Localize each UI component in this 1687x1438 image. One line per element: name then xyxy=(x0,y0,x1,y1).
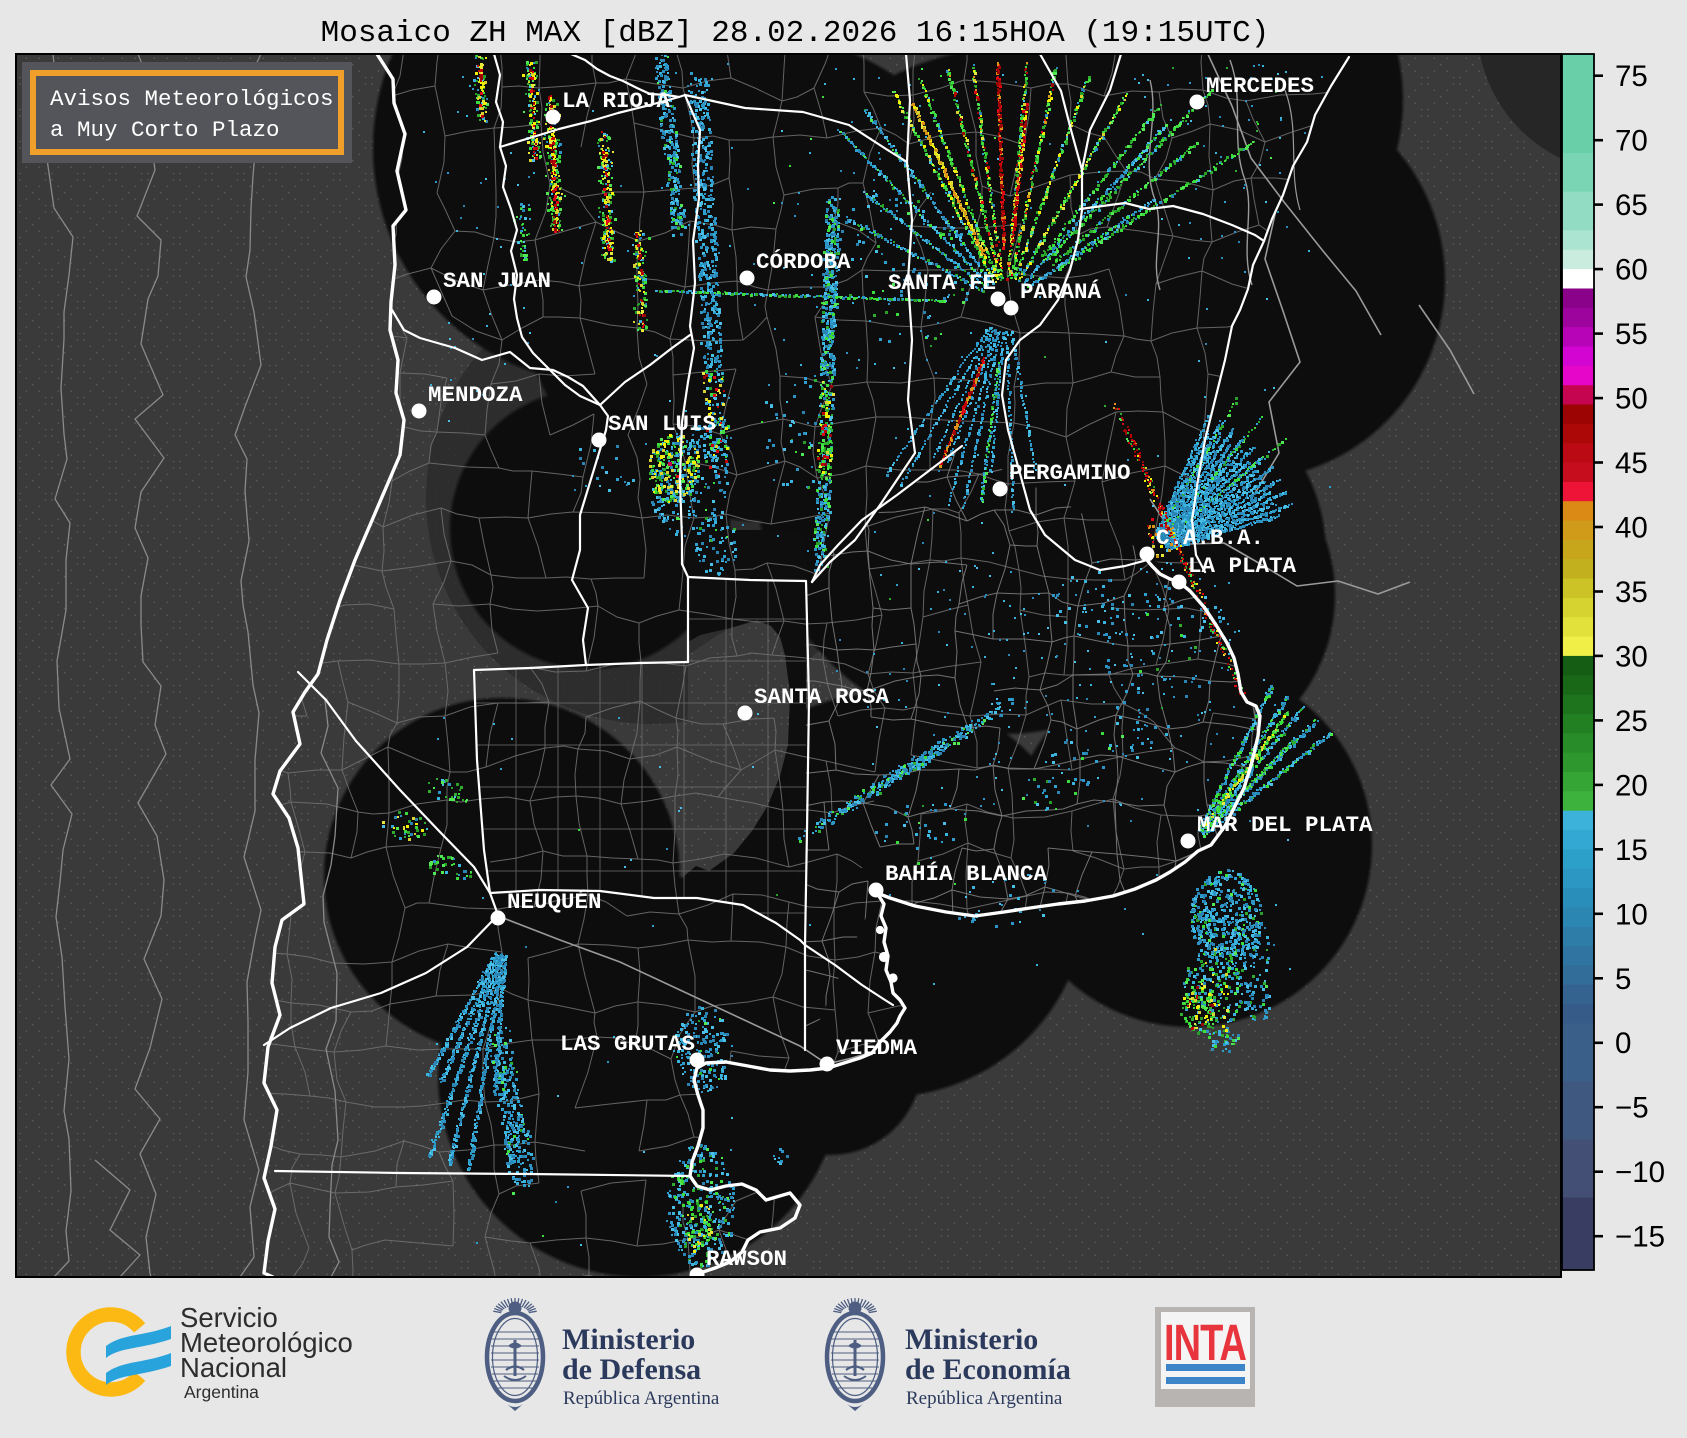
svg-text:Avisos Meteorológicos: Avisos Meteorológicos xyxy=(50,86,334,112)
svg-text:LA RIOJA: LA RIOJA xyxy=(562,88,671,114)
svg-text:VIEDMA: VIEDMA xyxy=(836,1035,918,1061)
svg-text:50: 50 xyxy=(1615,383,1648,416)
svg-text:Mosaico ZH MAX [dBZ] 28.02.202: Mosaico ZH MAX [dBZ] 28.02.2026 16:15HOA… xyxy=(321,16,1270,51)
svg-text:INTA: INTA xyxy=(1164,1313,1247,1371)
svg-text:C.A.B.A.: C.A.B.A. xyxy=(1156,525,1264,551)
svg-text:BAHÍA BLANCA: BAHÍA BLANCA xyxy=(885,861,1048,887)
svg-text:MENDOZA: MENDOZA xyxy=(428,382,523,408)
svg-text:−10: −10 xyxy=(1615,1156,1665,1189)
svg-text:SAN JUAN: SAN JUAN xyxy=(443,268,551,294)
svg-text:75: 75 xyxy=(1615,60,1648,93)
svg-text:de Defensa: de Defensa xyxy=(562,1353,701,1386)
svg-text:PERGAMINO: PERGAMINO xyxy=(1009,460,1131,486)
svg-text:a Muy Corto Plazo: a Muy Corto Plazo xyxy=(50,117,280,143)
svg-text:Argentina: Argentina xyxy=(184,1382,259,1402)
svg-text:35: 35 xyxy=(1615,576,1648,609)
svg-text:República Argentina: República Argentina xyxy=(563,1388,720,1409)
svg-text:MAR DEL PLATA: MAR DEL PLATA xyxy=(1197,812,1373,838)
svg-text:0: 0 xyxy=(1615,1027,1631,1060)
svg-text:LAS GRUTAS: LAS GRUTAS xyxy=(560,1031,695,1057)
svg-text:25: 25 xyxy=(1615,705,1648,738)
svg-text:−15: −15 xyxy=(1615,1221,1665,1254)
svg-text:RAWSON: RAWSON xyxy=(706,1246,787,1272)
svg-text:SANTA FE: SANTA FE xyxy=(888,270,996,296)
svg-text:Ministerio: Ministerio xyxy=(905,1323,1038,1356)
svg-text:MERCEDES: MERCEDES xyxy=(1206,73,1314,99)
svg-text:70: 70 xyxy=(1615,125,1648,158)
svg-text:PARANÁ: PARANÁ xyxy=(1020,279,1102,305)
svg-text:5: 5 xyxy=(1615,963,1631,996)
svg-text:NEUQUÉN: NEUQUÉN xyxy=(507,889,602,915)
svg-text:−5: −5 xyxy=(1615,1092,1649,1125)
svg-text:10: 10 xyxy=(1615,898,1648,931)
svg-text:Nacional: Nacional xyxy=(180,1352,287,1383)
svg-text:República Argentina: República Argentina xyxy=(906,1388,1063,1409)
svg-text:45: 45 xyxy=(1615,447,1648,480)
svg-text:15: 15 xyxy=(1615,834,1648,867)
svg-text:40: 40 xyxy=(1615,512,1648,545)
svg-text:20: 20 xyxy=(1615,769,1648,802)
svg-text:de Economía: de Economía xyxy=(905,1353,1071,1386)
svg-text:Ministerio: Ministerio xyxy=(562,1323,695,1356)
svg-text:SANTA ROSA: SANTA ROSA xyxy=(754,684,890,710)
svg-text:SAN LUIS: SAN LUIS xyxy=(608,411,716,437)
svg-text:65: 65 xyxy=(1615,189,1648,222)
svg-text:55: 55 xyxy=(1615,318,1648,351)
svg-text:LA PLATA: LA PLATA xyxy=(1188,553,1297,579)
svg-text:CÓRDOBA: CÓRDOBA xyxy=(756,249,851,275)
svg-text:30: 30 xyxy=(1615,640,1648,673)
svg-text:60: 60 xyxy=(1615,254,1648,287)
